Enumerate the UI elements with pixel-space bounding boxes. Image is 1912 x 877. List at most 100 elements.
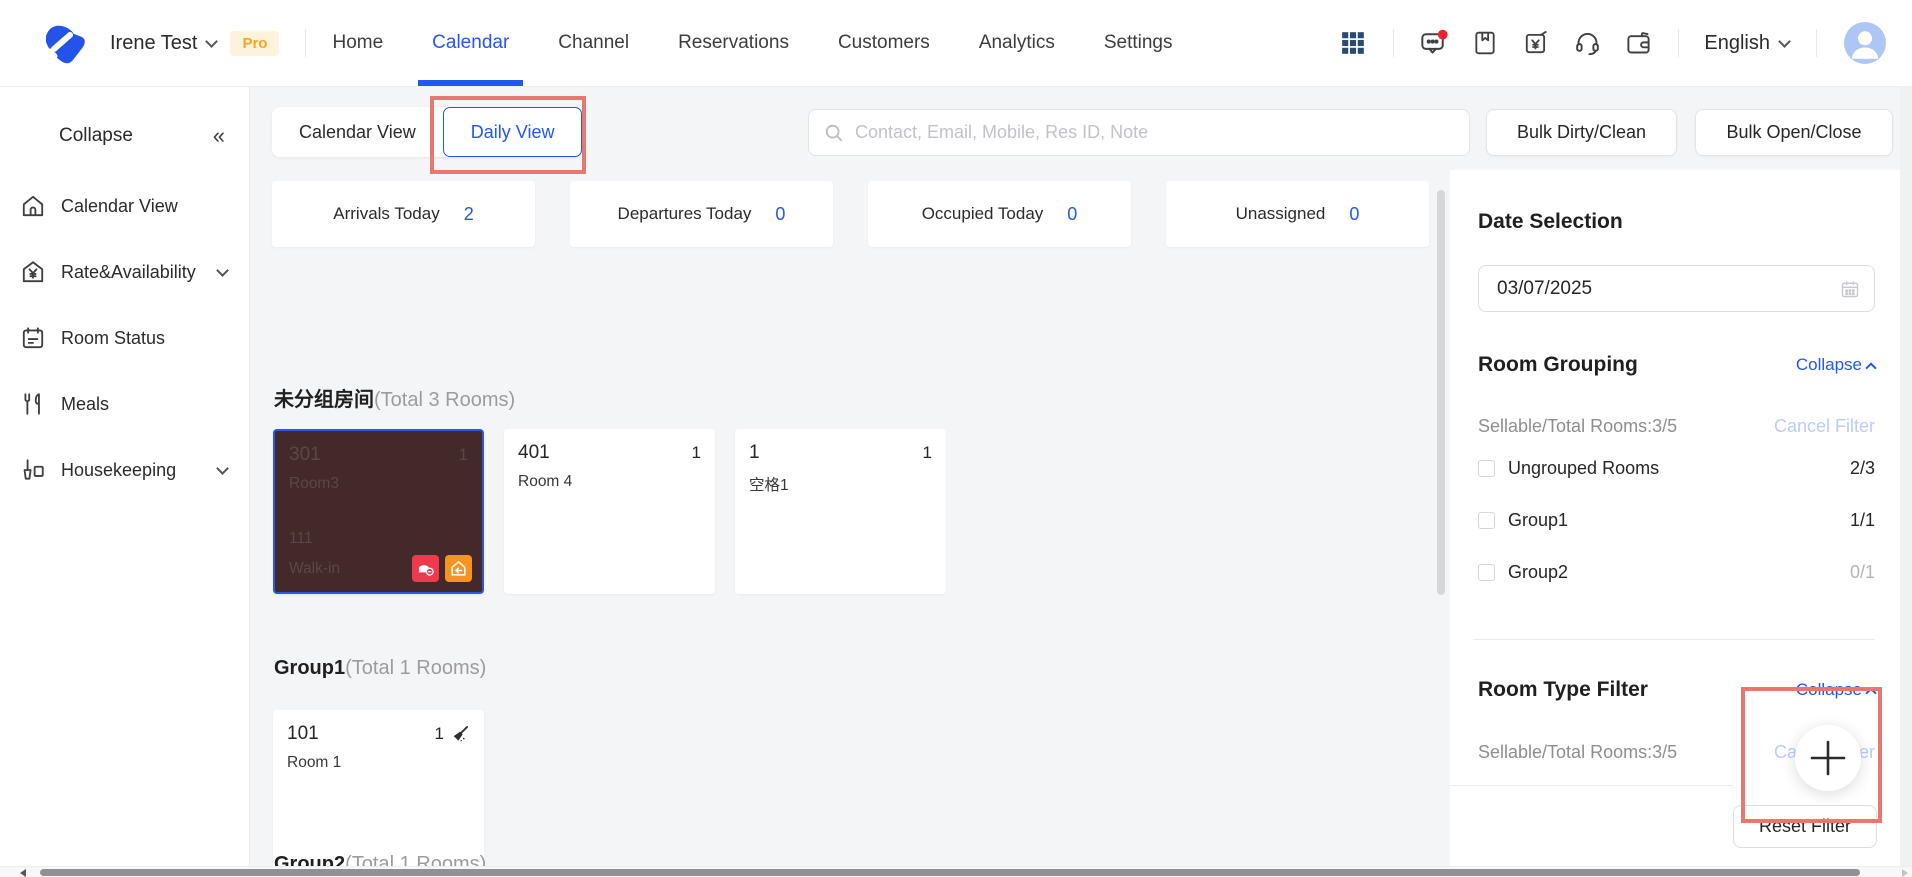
room-type: 空格1	[749, 477, 789, 494]
scroll-right-arrow-icon[interactable]	[1902, 869, 1908, 877]
stat-occupied-today[interactable]: Occupied Today 0	[868, 181, 1131, 247]
group-room-count: (Total 3 Rooms)	[374, 389, 516, 411]
stat-value: 2	[463, 203, 474, 224]
group-heading-group1: Group1(Total 1 Rooms)	[274, 657, 486, 680]
filter-row-label: Group1	[1508, 510, 1569, 530]
group-room-count: (Total 1 Rooms)	[345, 657, 487, 679]
sidebar-item-calendar-view[interactable]: Calendar View	[0, 173, 249, 239]
horizontal-scrollbar-thumb[interactable]	[40, 869, 1860, 876]
sidebar-item-room-status[interactable]: Room Status	[0, 305, 249, 371]
room-card-101[interactable]: 101 1 Room 1	[273, 710, 484, 866]
rates-icon[interactable]	[1521, 28, 1551, 58]
room-grouping-title: Room Grouping	[1478, 353, 1638, 376]
stat-departures-today[interactable]: Departures Today 0	[570, 181, 833, 247]
reset-filter-button[interactable]: Reset Filter	[1733, 805, 1877, 848]
tab-calendar-view[interactable]: Calendar View	[272, 107, 443, 157]
property-name: Irene Test	[110, 31, 198, 54]
room-count-value: 1	[434, 724, 444, 743]
nav-item-channel[interactable]: Channel	[558, 0, 629, 86]
apps-grid-icon[interactable]	[1338, 28, 1368, 58]
group1-cards-row: 101 1 Room 1	[273, 710, 484, 866]
cancel-filter-link[interactable]: Cancel Filter	[1774, 416, 1875, 437]
sellable-total-label: Sellable/Total Rooms:3/5	[1478, 742, 1678, 762]
ungrouped-cards-row: 301 1 Room3 111 Walk-in 401 1 Room 4 1 1…	[273, 429, 946, 594]
room-card-401[interactable]: 401 1 Room 4	[504, 429, 715, 594]
calendar-icon	[1841, 281, 1859, 297]
sidebar-collapse-toggle[interactable]: Collapse «	[0, 111, 249, 161]
room-number: 401	[518, 442, 550, 463]
stat-label: Departures Today	[617, 204, 752, 223]
sidebar-collapse-label: Collapse	[59, 125, 133, 146]
stat-unassigned[interactable]: Unassigned 0	[1166, 181, 1429, 247]
nav-item-analytics[interactable]: Analytics	[979, 0, 1055, 86]
stat-label: Unassigned	[1235, 204, 1326, 223]
chevron-up-icon	[1865, 686, 1877, 699]
chevron-up-icon	[1865, 361, 1877, 374]
add-button[interactable]	[1795, 725, 1861, 791]
vertical-scrollbar-thumb[interactable]	[1437, 190, 1445, 595]
sidebar-item-label: Rate&Availability	[61, 261, 196, 282]
group2-checkbox[interactable]	[1478, 564, 1495, 581]
date-selection-title: Date Selection	[1478, 210, 1623, 233]
language-selector[interactable]: English	[1704, 32, 1791, 55]
dirty-bed-icon[interactable]	[412, 555, 439, 582]
filter-panel: Date Selection 03/07/2025 Room Grouping …	[1450, 170, 1900, 877]
filter-row-group1: Group1 1/1	[1478, 510, 1875, 531]
view-tabs: Calendar View Daily View	[272, 107, 583, 157]
divider	[1678, 29, 1680, 57]
tab-daily-view[interactable]: Daily View	[442, 107, 583, 157]
room-status-badges	[412, 555, 472, 582]
bulk-dirty-clean-button[interactable]: Bulk Dirty/Clean	[1486, 109, 1677, 156]
group1-checkbox[interactable]	[1478, 512, 1495, 529]
date-value: 03/07/2025	[1497, 277, 1593, 299]
property-selector[interactable]: Irene Test	[110, 31, 219, 55]
pro-plan-badge: Pro	[230, 30, 280, 56]
nav-item-customers[interactable]: Customers	[838, 0, 930, 86]
sidebar-item-label: Housekeeping	[61, 459, 177, 480]
room-type: Room 1	[287, 754, 342, 771]
room-status-icon	[22, 327, 44, 349]
scroll-left-arrow-icon[interactable]	[20, 869, 26, 877]
stat-arrivals-today[interactable]: Arrivals Today 2	[272, 181, 535, 247]
avatar[interactable]	[1844, 22, 1886, 64]
ungrouped-rooms-checkbox[interactable]	[1478, 460, 1495, 477]
sidebar-item-housekeeping[interactable]: Housekeeping	[0, 437, 249, 503]
search-input[interactable]	[855, 122, 1455, 143]
nav-item-reservations[interactable]: Reservations	[678, 0, 789, 86]
collapse-link-label: Collapse	[1795, 355, 1862, 374]
wallet-icon[interactable]	[1623, 28, 1653, 58]
divider	[1450, 785, 1733, 786]
stat-value: 0	[775, 203, 786, 224]
room-number: 1	[749, 442, 760, 463]
nav-right-cluster: English	[1338, 0, 1912, 86]
room-card-1[interactable]: 1 1 空格1	[735, 429, 946, 594]
nav-item-home[interactable]: Home	[332, 0, 383, 86]
room-card-301[interactable]: 301 1 Room3 111 Walk-in	[273, 429, 484, 594]
top-navbar: Irene Test Pro Home Calendar Channel Res…	[0, 0, 1912, 87]
filter-row-count: 1/1	[1849, 510, 1875, 530]
sidebar-item-rate-availability[interactable]: Rate&Availability	[0, 239, 249, 305]
bulk-open-close-button[interactable]: Bulk Open/Close	[1695, 109, 1893, 156]
filter-row-ungrouped-rooms: Ungrouped Rooms 2/3	[1478, 458, 1875, 479]
date-picker-input[interactable]: 03/07/2025	[1478, 265, 1875, 312]
chevron-down-icon	[216, 263, 229, 277]
chevron-down-icon	[205, 34, 219, 48]
checkin-house-icon[interactable]	[445, 555, 472, 582]
bookings-icon[interactable]	[1470, 28, 1500, 58]
filter-row-count: 0/1	[1849, 562, 1875, 582]
nav-item-settings[interactable]: Settings	[1104, 0, 1173, 86]
room-type-filter-collapse-link[interactable]: Collapse	[1796, 680, 1877, 700]
support-headset-icon[interactable]	[1572, 28, 1602, 58]
room-count: 1	[458, 445, 468, 464]
chat-notification-icon[interactable]	[1419, 28, 1449, 58]
room-grouping-sellable-row: Sellable/Total Rooms:3/5 Cancel Filter	[1478, 416, 1875, 437]
room-grouping-collapse-link[interactable]: Collapse	[1795, 355, 1877, 375]
stat-label: Arrivals Today	[333, 204, 440, 223]
daily-view-content: Arrivals Today 2 Departures Today 0 Occu…	[250, 87, 1437, 866]
sidebar-item-meals[interactable]: Meals	[0, 371, 249, 437]
room-type-filter-title: Room Type Filter	[1478, 678, 1648, 701]
group-title: 未分组房间	[274, 389, 374, 411]
stat-value: 0	[1067, 203, 1078, 224]
nav-item-calendar[interactable]: Calendar	[418, 0, 524, 86]
divider	[1816, 29, 1817, 57]
